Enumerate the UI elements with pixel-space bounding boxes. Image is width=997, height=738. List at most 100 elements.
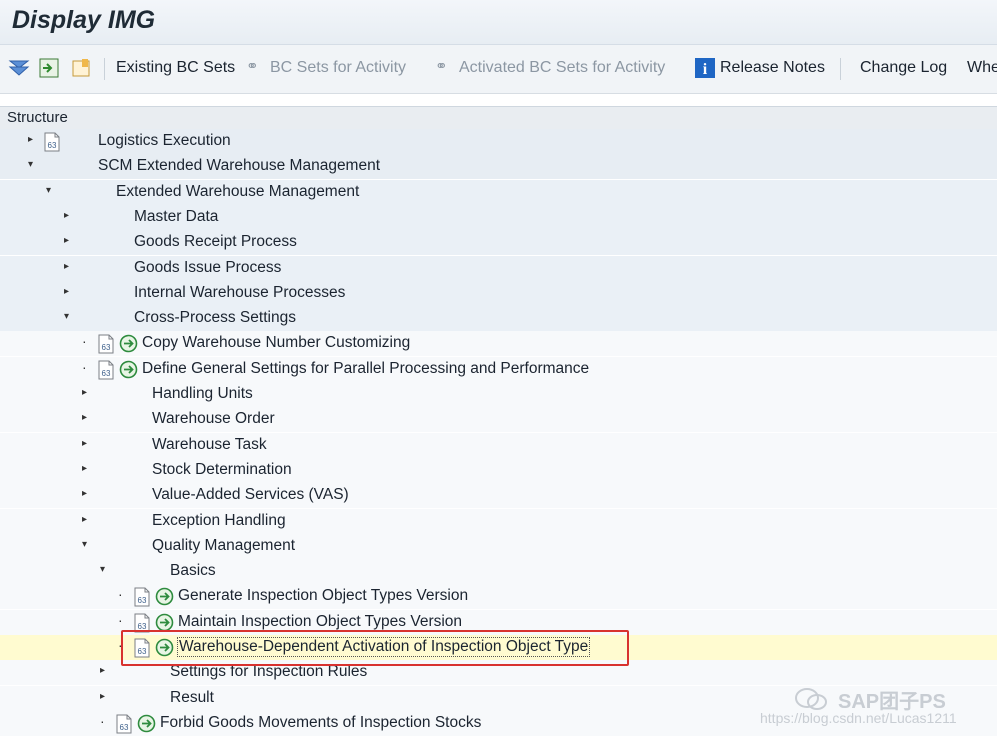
- selection-highlight-box: [121, 630, 629, 666]
- collapse-node-icon[interactable]: ▸: [28, 134, 33, 145]
- release-notes-button[interactable]: Release Notes: [720, 59, 825, 77]
- tree-node-label[interactable]: Goods Receipt Process: [134, 233, 297, 251]
- tree-node-label[interactable]: Copy Warehouse Number Customizing: [142, 334, 410, 352]
- tree-node-label[interactable]: Generate Inspection Object Types Version: [178, 587, 468, 605]
- expand-node-icon[interactable]: ▾: [28, 159, 33, 170]
- tree-row[interactable]: ▾ Quality Management: [0, 533, 997, 559]
- wechat-icon: [795, 688, 827, 710]
- tree-row[interactable]: ▾ Cross-Process Settings: [0, 306, 997, 332]
- tree-node-label[interactable]: Master Data: [134, 208, 218, 226]
- structure-header-label: Structure: [7, 109, 68, 126]
- tree-row[interactable]: ▸ Exception Handling: [0, 508, 997, 534]
- collapse-node-icon[interactable]: ▸: [64, 210, 69, 221]
- collapse-node-icon[interactable]: ▸: [82, 463, 87, 474]
- bookmark-icon[interactable]: [70, 57, 92, 79]
- tree-node-label[interactable]: Forbid Goods Movements of Inspection Sto…: [160, 714, 481, 732]
- collapse-node-icon[interactable]: ▸: [64, 235, 69, 246]
- leaf-node-icon: ·: [82, 358, 87, 375]
- toolbar-separator: [840, 58, 841, 80]
- execute-activity-icon[interactable]: [119, 334, 138, 353]
- leaf-node-icon: ·: [100, 712, 105, 729]
- toolbar-overflow-button[interactable]: Whe: [967, 59, 997, 77]
- collapse-node-icon[interactable]: ▸: [64, 286, 69, 297]
- tree-row[interactable]: · 63 Generate Inspection Object Types Vers…: [0, 584, 997, 610]
- collapse-node-icon[interactable]: ▸: [82, 412, 87, 423]
- documentation-icon[interactable]: 63: [96, 360, 116, 380]
- tree-row[interactable]: ▸ 63 Logistics Execution: [0, 129, 997, 154]
- tree-node-label[interactable]: Value-Added Services (VAS): [152, 486, 349, 504]
- tree-row[interactable]: · 63 Copy Warehouse Number Customizing: [0, 331, 997, 357]
- bc-sets-for-activity-button[interactable]: BC Sets for Activity: [270, 59, 406, 77]
- expand-node-icon[interactable]: ▾: [100, 564, 105, 575]
- svg-text:i: i: [703, 61, 708, 78]
- documentation-icon[interactable]: 63: [114, 714, 134, 734]
- bc-sets-icon: ⚭: [246, 58, 259, 75]
- collapse-node-icon[interactable]: ▸: [100, 665, 105, 676]
- structure-column-header: Structure: [0, 106, 997, 130]
- tree-node-label[interactable]: Extended Warehouse Management: [116, 183, 359, 201]
- svg-text:63: 63: [120, 723, 129, 732]
- svg-text:63: 63: [48, 141, 57, 150]
- tree-node-label[interactable]: Goods Issue Process: [134, 259, 281, 277]
- tree-node-label[interactable]: Define General Settings for Parallel Pro…: [142, 360, 589, 378]
- activated-bc-sets-button[interactable]: Activated BC Sets for Activity: [459, 59, 665, 77]
- toolbar-separator: [104, 58, 105, 80]
- page-title: Display IMG: [12, 6, 156, 34]
- tree-row[interactable]: · 63 Define General Settings for Parallel …: [0, 356, 997, 382]
- filter-icon[interactable]: [8, 57, 30, 79]
- expand-node-icon[interactable]: ▾: [46, 185, 51, 196]
- tree-row[interactable]: ▸ Warehouse Task: [0, 432, 997, 458]
- expand-subtree-icon[interactable]: [38, 57, 60, 79]
- tree-row[interactable]: ▸ Goods Issue Process: [0, 255, 997, 281]
- execute-activity-icon[interactable]: [155, 587, 174, 606]
- change-log-button[interactable]: Change Log: [860, 59, 947, 77]
- tree-node-label[interactable]: Exception Handling: [152, 512, 286, 530]
- tree-node-label[interactable]: Maintain Inspection Object Types Version: [178, 613, 462, 631]
- documentation-icon[interactable]: 63: [96, 334, 116, 354]
- tree-node-label[interactable]: Internal Warehouse Processes: [134, 284, 345, 302]
- execute-activity-icon[interactable]: [155, 613, 174, 632]
- tree-node-label[interactable]: Handling Units: [152, 385, 253, 403]
- watermark-url: https://blog.csdn.net/Lucas1211: [760, 710, 957, 726]
- tree-node-label[interactable]: Logistics Execution: [98, 132, 231, 150]
- collapse-node-icon[interactable]: ▸: [82, 514, 87, 525]
- expand-node-icon[interactable]: ▾: [82, 539, 87, 550]
- expand-node-icon[interactable]: ▾: [64, 311, 69, 322]
- execute-activity-icon[interactable]: [119, 360, 138, 379]
- leaf-node-icon: ·: [118, 611, 123, 628]
- existing-bc-sets-button[interactable]: Existing BC Sets: [116, 59, 235, 77]
- tree-node-label[interactable]: Warehouse Order: [152, 410, 275, 428]
- tree-node-label[interactable]: SCM Extended Warehouse Management: [98, 157, 380, 175]
- collapse-node-icon[interactable]: ▸: [82, 488, 87, 499]
- tree-row[interactable]: ▾ Extended Warehouse Management: [0, 179, 997, 205]
- toolbar: Existing BC Sets ⚭ BC Sets for Activity …: [0, 45, 997, 94]
- tree-row[interactable]: ▸ Stock Determination: [0, 457, 997, 483]
- tree-node-label[interactable]: Quality Management: [152, 537, 295, 555]
- tree-row[interactable]: ▾ SCM Extended Warehouse Management: [0, 154, 997, 180]
- info-icon: i: [695, 58, 715, 78]
- tree-node-label[interactable]: Basics: [170, 562, 216, 580]
- collapse-node-icon[interactable]: ▸: [82, 438, 87, 449]
- tree-row[interactable]: ▸ Warehouse Order: [0, 407, 997, 433]
- svg-text:63: 63: [138, 596, 147, 605]
- tree-row[interactable]: ▸ Handling Units: [0, 382, 997, 407]
- tree-node-label[interactable]: Cross-Process Settings: [134, 309, 296, 327]
- leaf-node-icon: ·: [118, 586, 123, 603]
- tree-row[interactable]: ▾ Basics: [0, 559, 997, 585]
- tree-row[interactable]: ▸ Value-Added Services (VAS): [0, 483, 997, 509]
- documentation-icon[interactable]: 63: [42, 132, 62, 152]
- tree-row[interactable]: ▸ Internal Warehouse Processes: [0, 280, 997, 306]
- collapse-node-icon[interactable]: ▸: [82, 387, 87, 398]
- leaf-node-icon: ·: [82, 333, 87, 350]
- bc-sets-icon: ⚭: [435, 58, 448, 75]
- execute-activity-icon[interactable]: [137, 714, 156, 733]
- documentation-icon[interactable]: 63: [132, 587, 152, 607]
- tree-node-label[interactable]: Stock Determination: [152, 461, 292, 479]
- tree-row[interactable]: ▸ Goods Receipt Process: [0, 230, 997, 256]
- collapse-node-icon[interactable]: ▸: [64, 261, 69, 272]
- tree-row[interactable]: ▸ Master Data: [0, 204, 997, 230]
- tree-node-label[interactable]: Warehouse Task: [152, 436, 267, 454]
- tree-node-label[interactable]: Result: [170, 689, 214, 707]
- title-bar: Display IMG: [0, 0, 997, 45]
- collapse-node-icon[interactable]: ▸: [100, 691, 105, 702]
